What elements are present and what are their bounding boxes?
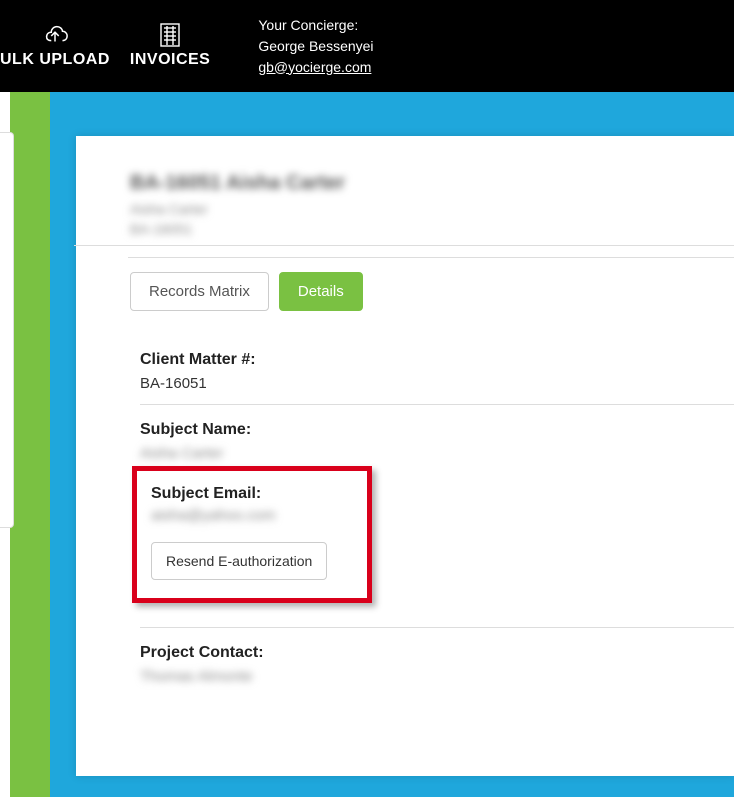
subject-name-value: Aisha Carter (140, 445, 734, 462)
tab-details[interactable]: Details (279, 272, 363, 311)
field-subject-name: Subject Name: Aisha Carter (140, 421, 734, 462)
details-section: Client Matter #: BA-16051 Subject Name: … (130, 351, 734, 685)
nav-invoices[interactable]: INVOICES (130, 23, 210, 69)
cloud-upload-icon (41, 23, 69, 47)
tab-records-matrix[interactable]: Records Matrix (130, 272, 269, 311)
nav-bulk-upload-label: ULK UPLOAD (0, 51, 110, 69)
subject-email-label: Subject Email: (151, 485, 353, 503)
page-title: BA-16051 Aisha Carter (130, 172, 734, 195)
concierge-block: Your Concierge: George Bessenyei gb@yoci… (258, 15, 373, 78)
concierge-email-link[interactable]: gb@yocierge.com (258, 59, 371, 75)
client-matter-value: BA-16051 (140, 375, 734, 392)
top-navbar: ULK UPLOAD INVOICES Your Concierge: Geor… (0, 0, 734, 92)
concierge-name: George Bessenyei (258, 36, 373, 57)
subject-name-label: Subject Name: (140, 421, 734, 439)
client-matter-label: Client Matter #: (140, 351, 734, 369)
page-subtitle-id: BA-16051 (130, 221, 734, 237)
concierge-label: Your Concierge: (258, 15, 373, 36)
subject-email-value: aisha@yahoo.com (151, 507, 353, 524)
field-client-matter: Client Matter #: BA-16051 (140, 351, 734, 405)
invoice-icon (156, 23, 184, 47)
field-project-contact: Project Contact: Thomas Almonte (140, 627, 734, 685)
nav-invoices-label: INVOICES (130, 51, 210, 69)
page-subtitle-name: Aisha Carter (130, 201, 734, 217)
project-contact-label: Project Contact: (140, 644, 734, 662)
nav-bulk-upload[interactable]: ULK UPLOAD (0, 23, 110, 69)
left-panel-sliver (0, 132, 14, 528)
subject-email-highlight: Subject Email: aisha@yahoo.com Resend E-… (132, 466, 372, 603)
project-contact-value: Thomas Almonte (140, 668, 734, 685)
tab-row: Records Matrix Details (130, 272, 734, 311)
main-card: BA-16051 Aisha Carter Aisha Carter BA-16… (76, 136, 734, 776)
green-sidebar-strip (10, 92, 50, 797)
resend-e-authorization-button[interactable]: Resend E-authorization (151, 542, 327, 580)
